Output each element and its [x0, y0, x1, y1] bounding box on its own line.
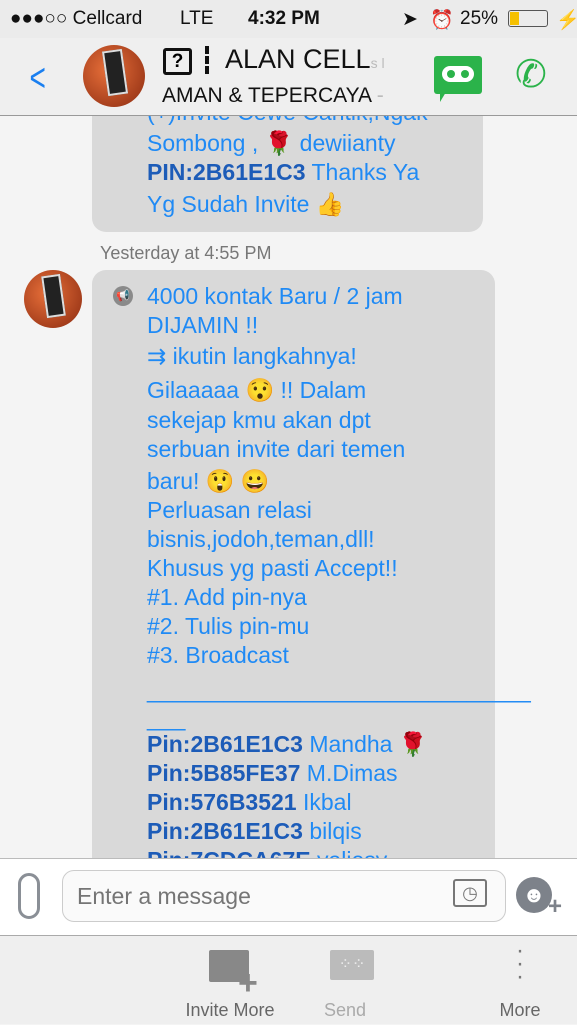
pin: Pin:7CDCA67E [147, 847, 311, 858]
message-text: ______________________________ [147, 677, 531, 703]
plus-icon: + [238, 964, 258, 1002]
pin: Pin:576B3521 [147, 789, 297, 815]
pin: Pin:2B61E1C3 [147, 731, 303, 757]
network: LTE [180, 8, 214, 29]
message-line: ⇉ ikutin langkahnya! [147, 342, 357, 371]
bbm-send-icon: ⁘⁘ [330, 950, 374, 980]
message-line: Pin:7CDCA67E yaliesy [147, 846, 387, 858]
emoji-add-icon: + [548, 893, 563, 920]
message-list[interactable]: (+)Invite Cewe Cantik,Ngak Sombong , 🌹 d… [0, 116, 577, 858]
pin: Pin:5B85FE37 [147, 760, 301, 786]
alarm-icon: ⏰ [430, 10, 454, 31]
private-chat-icon[interactable] [434, 56, 482, 102]
status-bar: ●●●○○ Cellcard LTE 4:32 PM ➤ ⏰ 25% ⚡ [0, 0, 577, 38]
input-bar: ◷ ☻ + [0, 858, 577, 935]
message-line: Yg Sudah Invite 👍 [147, 191, 345, 217]
message-line: ___ [147, 704, 185, 733]
question-box-icon: ? [163, 48, 192, 75]
message-line: 4000 kontak Baru / 2 jam [147, 282, 403, 311]
message-text: 4000 kontak Baru / 2 jam [147, 283, 403, 309]
attach-icon[interactable] [18, 873, 40, 919]
message-text: bisnis,jodoh,teman,dll! [147, 526, 375, 552]
contact-status-text: AMAN & TEPERCAYA [162, 84, 371, 107]
message-line: Gilaaaaa 😯 !! Dalam [147, 376, 366, 405]
location-icon: ➤ [402, 9, 418, 30]
message-text: ⇉ ikutin langkahnya! [147, 343, 357, 369]
sender-avatar[interactable] [24, 270, 82, 328]
battery-icon [508, 10, 548, 27]
message-text: baru! 😲 😀 [147, 468, 270, 494]
more-button[interactable]: · · · More [480, 936, 560, 1025]
message-text: DIJAMIN !! [147, 312, 259, 338]
message-text: Thanks Ya [305, 159, 420, 185]
message-text: #1. Add pin-nya [147, 584, 307, 610]
message-text: Gilaaaaa 😯 !! Dalam [147, 377, 367, 403]
emoji-icon[interactable]: ☻ [516, 877, 552, 913]
message-line: (+)Invite Cewe Cantik,Ngak [147, 116, 428, 127]
back-button[interactable]: < [30, 56, 46, 101]
message-text: Ikbal [296, 789, 352, 815]
message-text: #2. Tulis pin-mu [147, 613, 310, 639]
bottom-toolbar: + Invite More ⁘⁘ Send · · · More [0, 935, 577, 1024]
more-icon: · · · [516, 937, 524, 990]
send-button[interactable]: ⁘⁘ Send [300, 936, 390, 1025]
message-line: Sombong , 🌹 dewiianty [147, 130, 396, 156]
contact-name[interactable]: ALAN CELLs l [225, 44, 385, 75]
message-text: M.Dimas [300, 760, 398, 786]
contact-avatar[interactable] [83, 45, 145, 107]
message-line: baru! 😲 😀 [147, 467, 269, 496]
clock: 4:32 PM [248, 8, 320, 29]
message-line: Pin:2B61E1C3 bilqis [147, 817, 362, 846]
message-line: PIN:2B61E1C3 Thanks Ya [147, 158, 419, 187]
carrier: ●●●○○ Cellcard [10, 8, 143, 29]
message-text: ___ [147, 705, 186, 731]
broadcast-icon: 📢 [113, 286, 133, 306]
contact-status: AMAN & TEPERCAYA - [162, 84, 384, 108]
message-text: Khusus yg pasti Accept!! [147, 555, 398, 581]
message-line: serbuan invite dari temen [147, 435, 405, 464]
chat-header: < ? ALAN CELLs l AMAN & TEPERCAYA - ✆ [0, 38, 577, 116]
contact-name-text: ALAN CELL [225, 44, 371, 74]
timed-message-icon[interactable]: ◷ [453, 879, 487, 907]
message-line: Pin:5B85FE37 M.Dimas [147, 759, 398, 788]
message-input[interactable]: ◷ [62, 870, 506, 922]
message-line: #2. Tulis pin-mu [147, 612, 309, 641]
message-line: bisnis,jodoh,teman,dll! [147, 525, 375, 554]
message-text: sekejap kmu akan dpt [147, 407, 371, 433]
message-line: Pin:2B61E1C3 Mandha 🌹 [147, 730, 428, 759]
send-label: Send [323, 1000, 367, 1020]
message-text: Mandha 🌹 [302, 731, 428, 757]
charging-icon: ⚡ [556, 10, 577, 31]
message-line: sekejap kmu akan dpt [147, 406, 371, 435]
contact-name-overflow: s l [370, 55, 385, 71]
message-text: serbuan invite dari temen [147, 436, 406, 462]
pin: Pin:2B61E1C3 [147, 818, 303, 844]
message-text: #3. Broadcast [147, 642, 289, 668]
invite-more-button[interactable]: + Invite More [170, 936, 290, 1025]
message-line: Perluasan relasi [147, 496, 312, 525]
call-icon[interactable]: ✆ [515, 52, 547, 97]
invite-more-label: Invite More [185, 1000, 275, 1020]
contact-status-overflow: - [376, 84, 384, 107]
message-line: ______________________________ [147, 676, 531, 705]
message-line: #3. Broadcast [147, 641, 289, 670]
battery-percent: 25% [460, 8, 499, 29]
message-text: Perluasan relasi [147, 497, 312, 523]
message-line: Pin:576B3521 Ikbal [147, 788, 352, 817]
message-line: Khusus yg pasti Accept!! [147, 554, 398, 583]
message-text: bilqis [302, 818, 362, 844]
more-label: More [499, 1000, 541, 1020]
divider-icon [205, 46, 209, 74]
message-line: #1. Add pin-nya [147, 583, 307, 612]
message-field[interactable] [77, 883, 417, 910]
message-text: yaliesy [311, 847, 387, 858]
timestamp: Yesterday at 4:55 PM [100, 243, 272, 263]
pin: PIN:2B61E1C3 [147, 159, 306, 185]
message-line: DIJAMIN !! [147, 311, 258, 340]
